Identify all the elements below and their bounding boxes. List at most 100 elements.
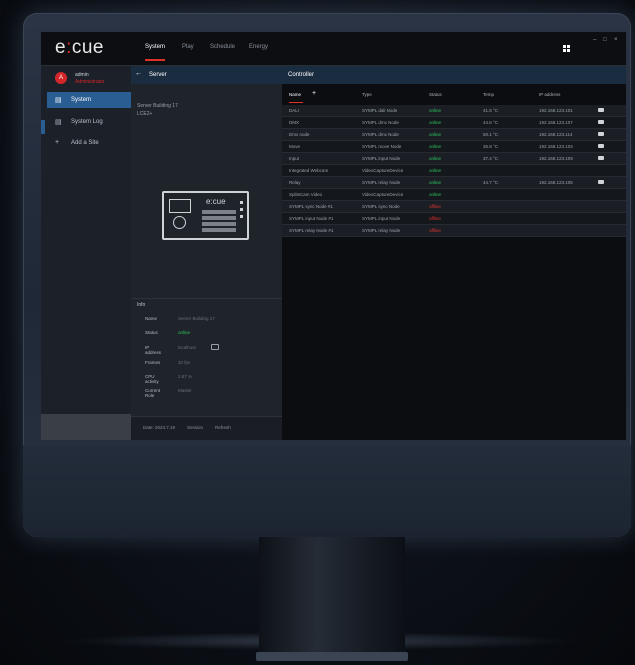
maximize-icon[interactable]: □ <box>603 37 607 43</box>
session-button[interactable]: Session <box>187 425 203 430</box>
nav-tab-schedule[interactable]: Schedule <box>210 44 235 50</box>
plus-icon: + <box>55 139 60 146</box>
cell-name: DALI <box>289 108 300 113</box>
network-icon[interactable] <box>598 180 604 184</box>
cell-name: SplitsCam Video <box>289 192 323 197</box>
column-header-temp[interactable]: Temp <box>483 92 494 97</box>
column-header-type[interactable]: Type <box>362 92 372 97</box>
footer-date: Date: 2024.7.19 <box>143 425 176 430</box>
cell-temp: 35.8 °C <box>483 144 499 149</box>
table-row[interactable]: SYMPL relay Node #1 SYMPL relay Node offli… <box>282 225 626 237</box>
cell-ip: 192.168.123.107 <box>539 120 573 125</box>
system-icon: ▤ <box>55 97 62 104</box>
table-row[interactable]: Integrated Webcam VideoCaptureDevice onlin… <box>282 165 626 177</box>
cell-temp: 41.5 °C <box>483 108 499 113</box>
device-port <box>240 201 243 204</box>
avatar[interactable]: A <box>55 72 67 84</box>
cell-type: SYMPL relay Node <box>362 180 401 185</box>
sidebar-item-system[interactable]: ▤ System <box>47 92 131 108</box>
monitor-stand-base <box>256 652 408 661</box>
controller-panel: Controller Name + Type Status Temp IP ad… <box>282 66 626 440</box>
device-label-line <box>202 228 236 232</box>
cell-name: Dmx node <box>289 132 310 137</box>
column-header-name[interactable]: Name <box>289 92 301 97</box>
column-header-status[interactable]: Status <box>429 92 442 97</box>
user-name: admin <box>75 72 89 78</box>
server-header: ← Server <box>131 66 282 84</box>
cell-temp: 44.7 °C <box>483 180 499 185</box>
cell-name: Move <box>289 144 301 149</box>
ecue-logo: e:cue <box>55 37 104 58</box>
table-row[interactable]: Input SYMPL input Node online 37.4 °C 192.16… <box>282 153 626 165</box>
cell-name: SYMPL sync Node #1 <box>289 204 333 209</box>
monitor-stand <box>259 537 405 659</box>
cell-status: online <box>429 192 442 197</box>
cell-type: VideoCaptureDevice <box>362 192 404 197</box>
cell-name: DMX <box>289 120 299 125</box>
sort-indicator <box>289 102 303 103</box>
cell-status: online <box>429 180 442 185</box>
table-row[interactable]: SplitsCam Video VideoCaptureDevice online <box>282 189 626 201</box>
table-row[interactable]: Dmx node SYMPL dmx Node online 50.1 °C 192.1… <box>282 129 626 141</box>
cell-ip: 192.168.123.103 <box>539 144 573 149</box>
nav-tab-system[interactable]: System <box>145 44 166 61</box>
cell-status: offline <box>429 216 441 221</box>
cell-type: SYMPL move Node <box>362 144 402 149</box>
network-icon[interactable] <box>211 344 219 350</box>
table-row[interactable]: Relay SYMPL relay Node online 44.7 °C 192.16… <box>282 177 626 189</box>
device-brand: e:cue <box>206 197 226 206</box>
cell-ip: 192.168.123.109 <box>539 156 573 161</box>
minimize-icon[interactable]: – <box>593 37 596 43</box>
cell-status: offline <box>429 204 441 209</box>
nav-tab-energy[interactable]: Energy <box>249 44 268 50</box>
device-port <box>240 208 243 211</box>
device-port <box>240 215 243 218</box>
server-device-illustration: e:cue <box>162 191 249 240</box>
cell-status: online <box>429 120 442 125</box>
cell-type: VideoCaptureDevice <box>362 168 404 173</box>
cell-temp: 50.1 °C <box>483 132 499 137</box>
device-knob <box>173 216 186 229</box>
cell-type: SYMPL relay Node <box>362 228 401 233</box>
table-row[interactable]: SYMPL input Node #1 SYMPL input Node offli… <box>282 213 626 225</box>
table-row[interactable]: Move SYMPL move Node online 35.8 °C 192.168.… <box>282 141 626 153</box>
apps-grid-icon[interactable] <box>563 45 570 52</box>
cell-ip: 192.168.123.101 <box>539 108 573 113</box>
server-model: LCE2+ <box>137 111 153 117</box>
network-icon[interactable] <box>598 108 604 112</box>
table-row[interactable]: DALI SYMPL dali Node online 41.5 °C 192.168.… <box>282 105 626 117</box>
cell-temp: 44.6 °C <box>483 120 499 125</box>
table-row[interactable]: DMX SYMPL dmx Node online 44.6 °C 192.168.12… <box>282 117 626 129</box>
selection-marker <box>41 120 45 134</box>
server-name: Server Building 17 <box>137 103 178 109</box>
network-icon[interactable] <box>598 144 604 148</box>
cell-type: SYMPL input Node <box>362 216 401 221</box>
cell-ip: 192.168.123.114 <box>539 132 573 137</box>
cell-ip: 192.168.123.105 <box>539 180 573 185</box>
refresh-button[interactable]: Refresh <box>215 425 231 430</box>
server-footer: Date: 2024.7.19 Session Refresh <box>131 416 282 440</box>
cell-status: online <box>429 156 442 161</box>
cell-type: SYMPL dmx Node <box>362 132 399 137</box>
nav-tab-play[interactable]: Play <box>182 44 194 50</box>
column-header-ip[interactable]: IP address <box>539 92 560 97</box>
sidebar-item-add-site[interactable]: + Add a Site <box>47 135 131 151</box>
sidebar-item-system-log[interactable]: ▤ System Log <box>47 114 131 130</box>
controller-header: Controller <box>282 66 626 84</box>
cell-type: SYMPL dmx Node <box>362 120 399 125</box>
top-bar: e:cue System Play Schedule Energy – □ × <box>41 32 626 66</box>
user-role: Administrator <box>75 79 105 85</box>
back-arrow-icon[interactable]: ← <box>135 70 142 77</box>
sidebar-item-label: System <box>71 97 92 103</box>
network-icon[interactable] <box>598 132 604 136</box>
cell-status: online <box>429 132 442 137</box>
add-controller-icon[interactable]: + <box>312 90 316 97</box>
table-row[interactable]: SYMPL sync Node #1 SYMPL sync Node offline <box>282 201 626 213</box>
network-icon[interactable] <box>598 120 604 124</box>
close-icon[interactable]: × <box>614 37 618 43</box>
controller-title: Controller <box>288 72 315 78</box>
cell-name: SYMPL relay Node #1 <box>289 228 334 233</box>
server-title: Server <box>149 72 167 78</box>
cell-name: Input <box>289 156 300 161</box>
network-icon[interactable] <box>598 156 604 160</box>
